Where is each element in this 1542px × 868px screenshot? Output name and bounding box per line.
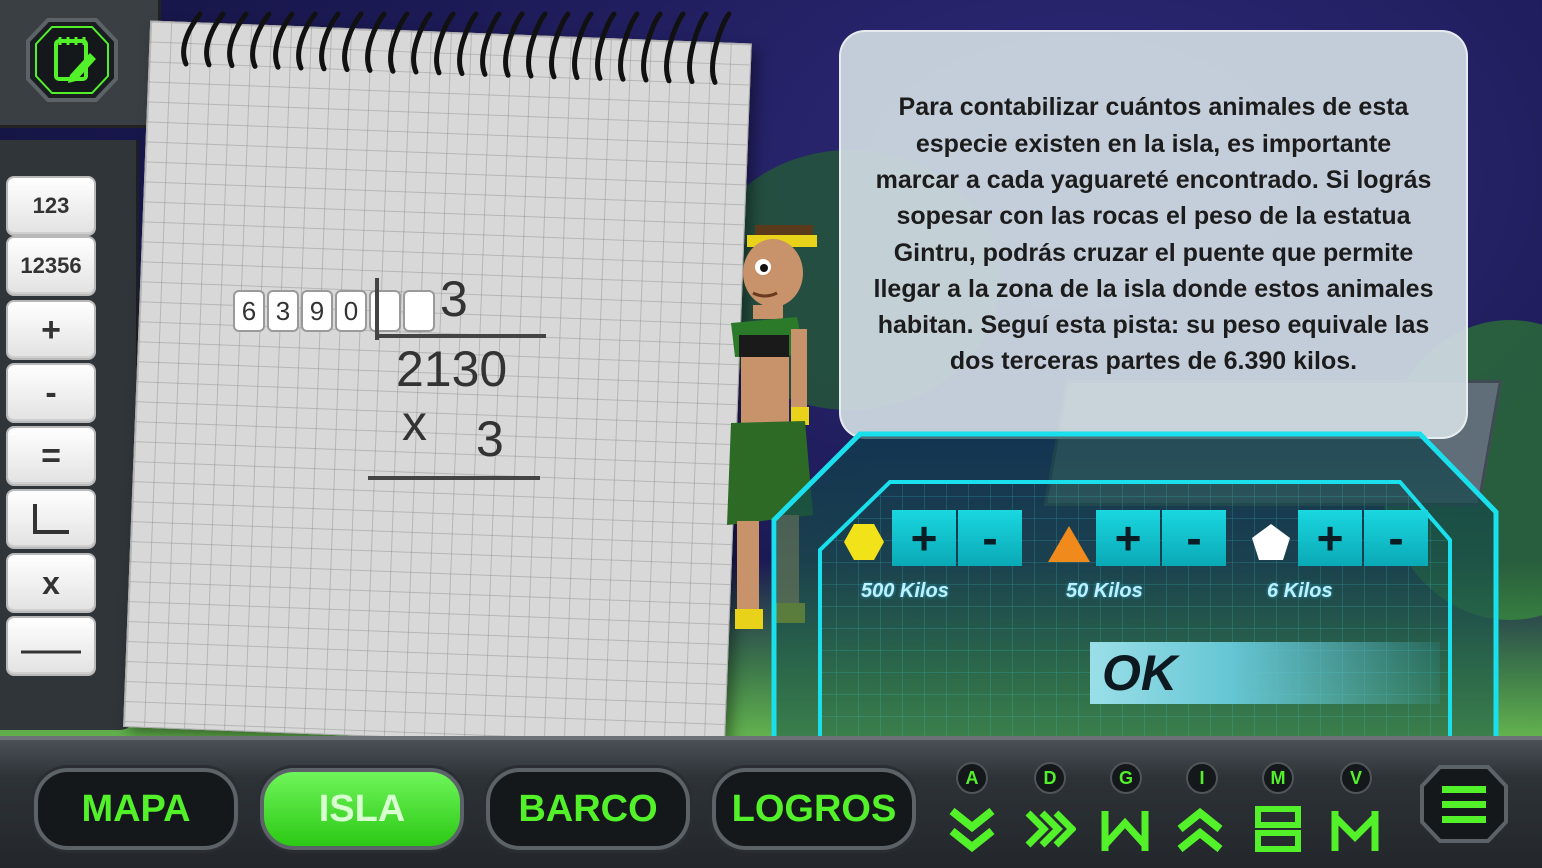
- spiral-ring: [687, 11, 709, 85]
- mapa-button[interactable]: MAPA: [34, 768, 238, 850]
- spiral-ring: [480, 11, 502, 77]
- dividend-digit[interactable]: 3: [267, 290, 299, 332]
- add-50-button[interactable]: +: [1096, 510, 1160, 566]
- pentagon-weight-icon: [1252, 524, 1290, 560]
- isla-button[interactable]: ISLA: [260, 768, 464, 850]
- spiral-ring: [618, 11, 640, 82]
- letter-badge-v: V: [1340, 762, 1372, 794]
- spiral-ring: [342, 11, 364, 73]
- letter-badge-g: G: [1110, 762, 1142, 794]
- hexagon-weight-icon: [844, 524, 884, 560]
- spiral-ring: [572, 11, 594, 81]
- tool-label: =: [41, 436, 61, 475]
- spiral-ring: [457, 11, 479, 77]
- spiral-ring: [227, 11, 249, 69]
- tool-division-bracket[interactable]: [6, 489, 96, 549]
- barco-button[interactable]: BARCO: [486, 768, 690, 850]
- hamburger-menu-icon[interactable]: [1420, 764, 1508, 844]
- hint-panel: Para contabilizar cuántos animales de es…: [839, 30, 1468, 439]
- tool-times[interactable]: x: [6, 553, 96, 613]
- spiral-ring: [388, 11, 410, 74]
- letter-badge-i: I: [1186, 762, 1218, 794]
- tool-line[interactable]: [6, 616, 96, 676]
- tool-minus[interactable]: -: [6, 363, 96, 423]
- spiral-ring: [526, 11, 548, 79]
- zigzag-arrows-icon[interactable]: [1024, 805, 1076, 855]
- letter-badge-m: M: [1262, 762, 1294, 794]
- notebook-spiral: [181, 11, 732, 85]
- tool-equals[interactable]: =: [6, 426, 96, 486]
- spiral-ring: [250, 11, 272, 69]
- spiral-ring: [710, 11, 732, 85]
- weight-label-6: 6 Kilos: [1267, 580, 1333, 602]
- double-chevron-up-icon[interactable]: [1176, 805, 1224, 855]
- spiral-ring: [503, 11, 525, 78]
- tool-12356[interactable]: 12356: [6, 236, 96, 296]
- line-icon: [21, 650, 81, 654]
- double-chevron-down-icon[interactable]: [948, 805, 996, 855]
- hint-text: Para contabilizar cuántos animales de es…: [873, 93, 1434, 376]
- letter-badge-d: D: [1034, 762, 1066, 794]
- spiral-ring: [365, 11, 387, 73]
- divisor: 3: [440, 271, 468, 327]
- tool-label: x: [42, 564, 60, 601]
- tool-label: -: [45, 373, 57, 412]
- multiplier: 3: [476, 411, 504, 467]
- tool-label: +: [41, 310, 61, 349]
- weight-label-50: 50 Kilos: [1066, 580, 1143, 602]
- spiral-ring: [641, 11, 663, 83]
- tool-label: 123: [32, 193, 70, 218]
- stacked-bars-icon[interactable]: [1254, 805, 1302, 855]
- tool-plus[interactable]: +: [6, 300, 96, 360]
- triangle-weight-icon: [1048, 526, 1090, 562]
- remove-6-button[interactable]: -: [1364, 510, 1428, 566]
- spiral-ring: [273, 11, 295, 70]
- spiral-ring: [319, 11, 341, 72]
- spiral-ring: [595, 11, 617, 81]
- bracket-peak-icon[interactable]: [1330, 805, 1380, 855]
- weight-label-500: 500 Kilos: [861, 580, 949, 602]
- logros-button[interactable]: LOGROS: [712, 768, 916, 850]
- tool-123[interactable]: 123: [6, 176, 96, 236]
- spiral-ring: [296, 11, 318, 71]
- letter-badge-a: A: [956, 762, 988, 794]
- times-sign: x: [402, 395, 427, 451]
- spiral-ring: [434, 11, 456, 76]
- remove-50-button[interactable]: -: [1162, 510, 1226, 566]
- quotient: 2130: [396, 341, 508, 397]
- notepad-pencil-icon[interactable]: [26, 17, 118, 103]
- spiral-ring: [664, 11, 686, 84]
- spiral-ring: [181, 11, 203, 67]
- dividend-digit[interactable]: 6: [233, 290, 265, 332]
- add-6-button[interactable]: +: [1298, 510, 1362, 566]
- dividend-digit[interactable]: 9: [301, 290, 333, 332]
- spiral-ring: [204, 11, 226, 68]
- tool-label: 12356: [20, 253, 82, 278]
- add-500-button[interactable]: +: [892, 510, 956, 566]
- ok-button[interactable]: OK: [1090, 642, 1440, 704]
- spiral-ring: [549, 11, 571, 80]
- spiral-ring: [411, 11, 433, 75]
- remove-500-button[interactable]: -: [958, 510, 1022, 566]
- division-bracket-icon: [33, 504, 69, 534]
- bracket-triangle-icon[interactable]: [1100, 805, 1150, 855]
